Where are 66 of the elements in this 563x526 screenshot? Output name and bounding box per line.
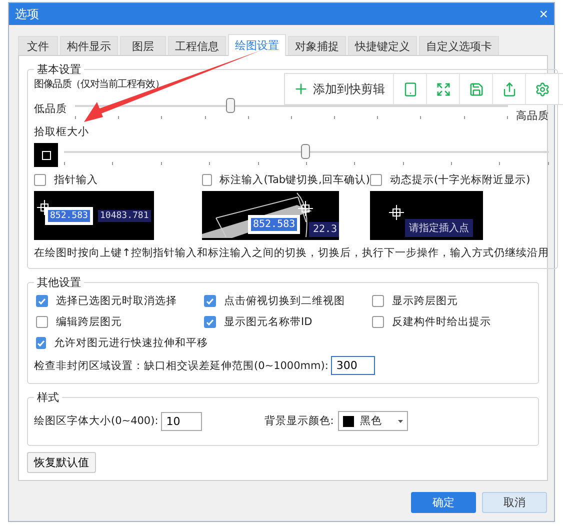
- setting-label: 拾取框大小: [34, 126, 89, 138]
- close-button[interactable]: ×: [539, 6, 548, 22]
- font-size-input[interactable]: 10: [161, 412, 202, 430]
- checkbox-label: 动态提示(十字光标附近显示): [390, 173, 530, 187]
- tab[interactable]: 对象捕捉: [288, 36, 346, 55]
- checkbox[interactable]: [36, 316, 48, 328]
- checkbox-label: 指针输入: [54, 173, 98, 187]
- tab[interactable]: 绘图设置: [228, 34, 286, 56]
- window-title: 选项: [15, 6, 39, 22]
- checkbox-label: 反建构件时给出提示: [392, 315, 491, 329]
- checkbox[interactable]: [370, 174, 382, 186]
- input-value: 852.583: [45, 207, 93, 225]
- save-icon: [468, 82, 484, 96]
- checkbox[interactable]: [372, 316, 384, 328]
- prompt-text: 请指定插入点: [405, 219, 473, 237]
- tab[interactable]: 图层: [120, 36, 166, 55]
- settings-icon: [534, 82, 550, 96]
- checkbox-label: 选择已选图元时取消选择: [56, 294, 177, 308]
- group-title: 样式: [36, 390, 60, 405]
- checkbox[interactable]: [36, 337, 46, 349]
- field-label: 检查非封闭区域设置：缺口相交误差延伸范围(0~1000mm):: [34, 358, 328, 372]
- cancel-button[interactable]: 取消: [482, 492, 547, 513]
- tab[interactable]: 构件显示: [60, 36, 118, 55]
- dropdown-value: 黑色: [360, 414, 382, 428]
- tablet-icon: [402, 82, 418, 96]
- checkbox-label: 允许对图元进行快速拉伸和平移: [54, 336, 208, 350]
- checkbox[interactable]: [202, 174, 212, 186]
- pick-box-slider[interactable]: [64, 144, 549, 166]
- field-label: 背景显示颜色:: [264, 414, 334, 428]
- checkbox-label: 标注输入(Tab键切换,回车确认): [220, 173, 370, 187]
- slider-thumb[interactable]: [226, 98, 235, 113]
- checkbox-label: 编辑跨层图元: [56, 315, 122, 329]
- range-input[interactable]: 300: [331, 356, 376, 375]
- checkbox-label: 点击俯视切换到二维视图: [224, 294, 345, 308]
- input-value: 22.3: [309, 222, 339, 237]
- ok-button[interactable]: 确定: [411, 492, 476, 513]
- expand-icon: [436, 82, 450, 96]
- hint-text: 在绘图时按向上键↑控制指针输入和标注输入之间的切换，切换后，执行下一步操作，输入方式仍继续沿用: [34, 246, 549, 260]
- checkbox[interactable]: [36, 295, 48, 307]
- crosshair-icon: [298, 201, 313, 216]
- pick-box-preview: [34, 143, 58, 167]
- input-value: 10483.781: [98, 210, 151, 222]
- checkbox[interactable]: [204, 316, 216, 328]
- plus-icon: [293, 81, 309, 97]
- tab[interactable]: 工程信息: [168, 36, 226, 55]
- checkbox[interactable]: [372, 295, 384, 307]
- slider-thumb[interactable]: [301, 144, 310, 159]
- quality-slider[interactable]: [75, 98, 508, 120]
- restore-defaults-button[interactable]: 恢复默认值: [27, 452, 96, 473]
- input-value: 852.583: [248, 215, 300, 234]
- checkbox[interactable]: [204, 295, 216, 307]
- slider-min-label: 低品质: [34, 102, 67, 116]
- tab[interactable]: 自定义选项卡: [419, 36, 499, 55]
- color-dropdown[interactable]: 黑色: [338, 411, 408, 431]
- slider-max-label: 高品质: [516, 109, 549, 123]
- field-label: 绘图区字体大小(0~400):: [34, 414, 158, 428]
- checkbox-label: 显示跨层图元: [392, 294, 458, 308]
- tab[interactable]: 文件: [18, 36, 58, 55]
- group-title: 基本设置: [36, 62, 82, 77]
- crosshair-icon: [389, 205, 404, 220]
- tab[interactable]: 快捷键定义: [348, 36, 417, 55]
- share-icon: [502, 82, 516, 96]
- caret-icon: [398, 420, 403, 422]
- group-title: 其他设置: [36, 275, 82, 290]
- checkbox[interactable]: [34, 174, 46, 186]
- checkbox-label: 显示图元名称带ID: [224, 315, 312, 329]
